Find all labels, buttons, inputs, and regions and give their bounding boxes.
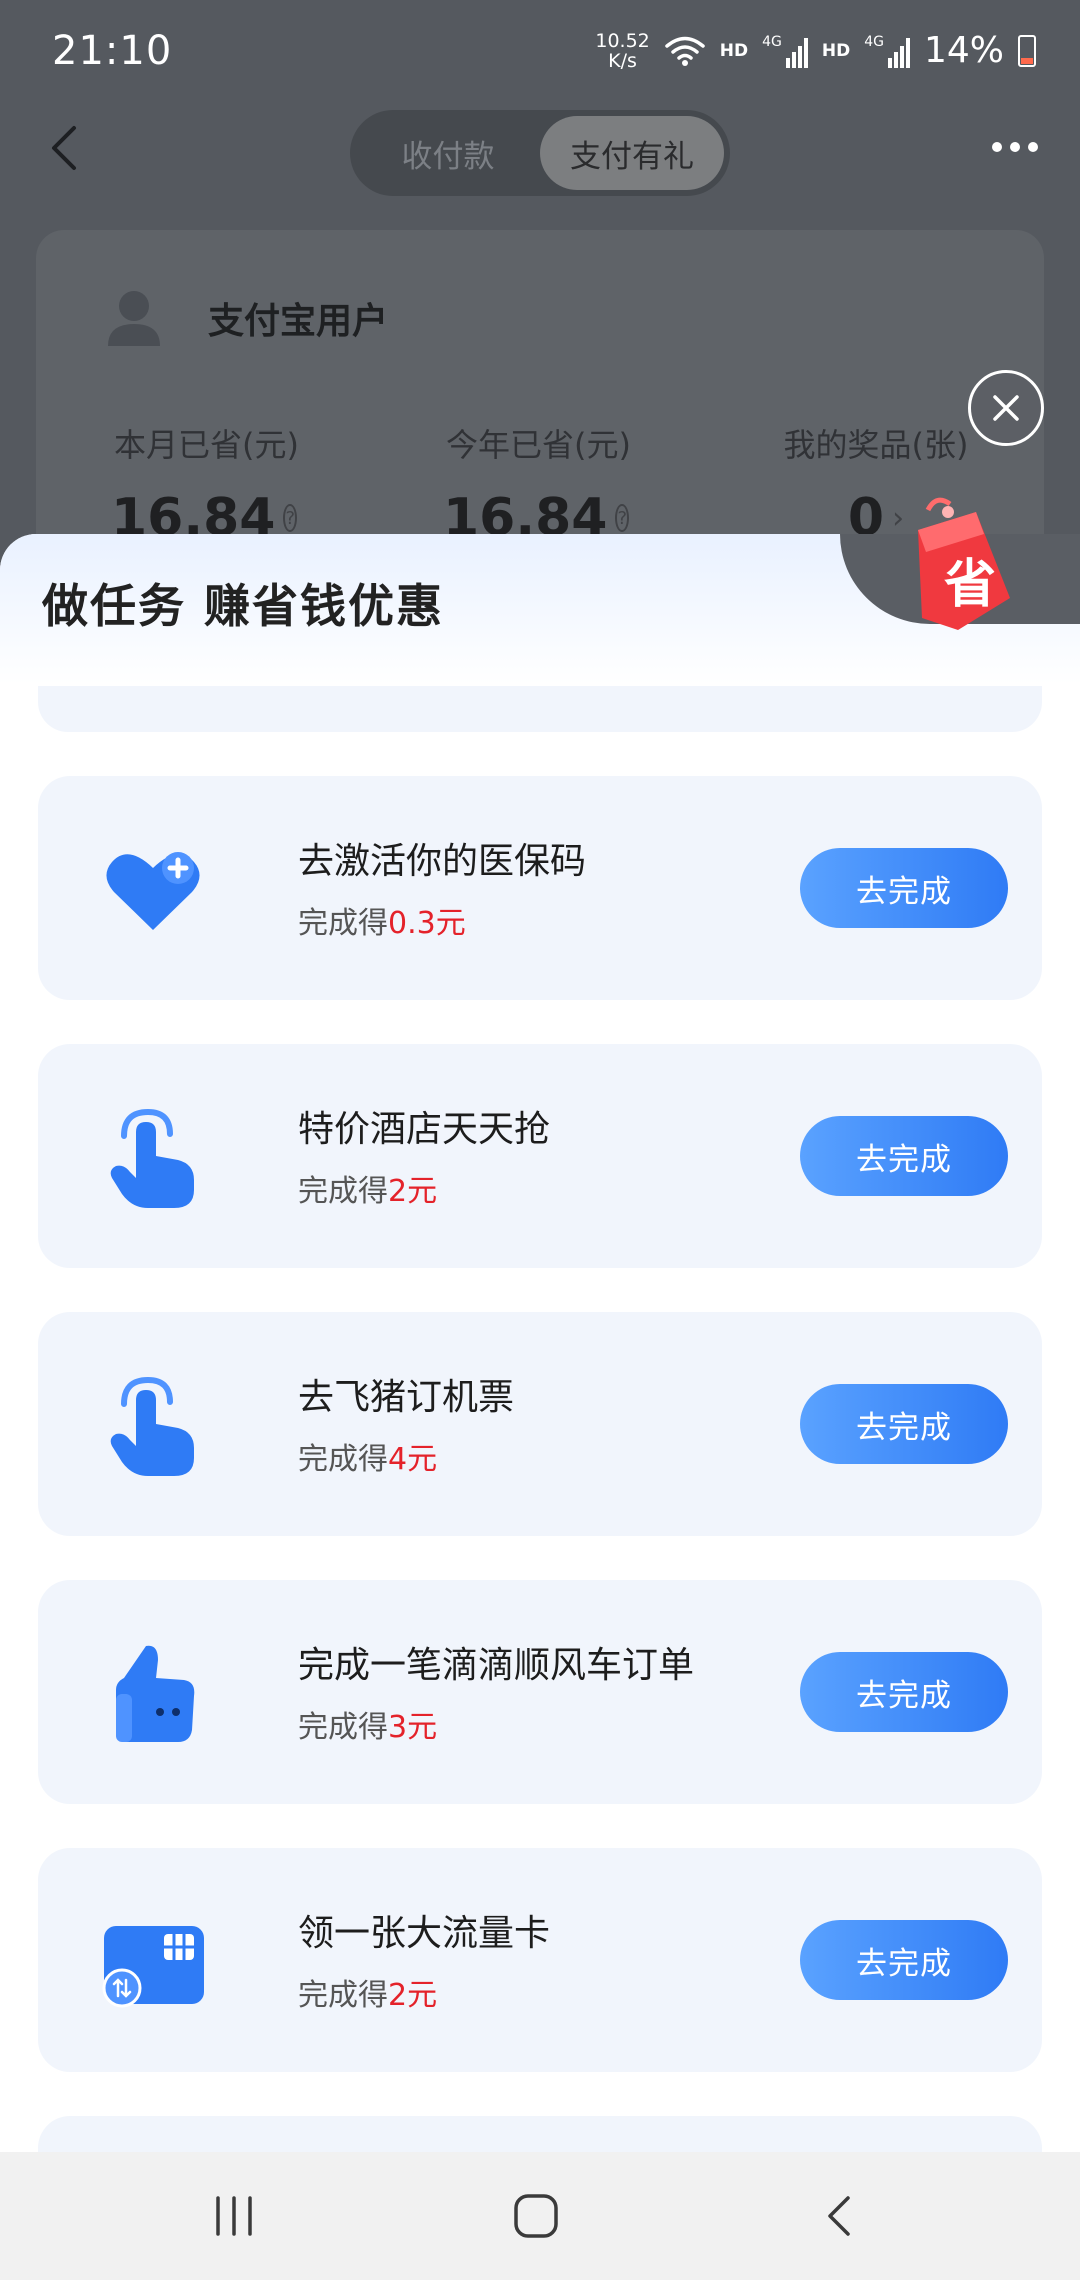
home-button[interactable] <box>456 2152 616 2280</box>
battery-percent: 14% <box>923 30 1004 71</box>
task-reward: 完成得0.3元 <box>298 898 466 942</box>
task-title: 特价酒店天天抢 <box>298 1109 551 1150</box>
task-card[interactable]: 领一张大流量卡 完成得2元 去完成 <box>38 1848 1042 2072</box>
complete-task-button[interactable]: 去完成 <box>800 1920 1008 2000</box>
task-title: 去激活你的医保码 <box>298 841 587 882</box>
reward-amount: 0.3元 <box>388 906 466 941</box>
more-options-icon[interactable] <box>992 142 1038 152</box>
status-bar: 21:10 10.52 K/s HD 4G HD 4G 14% <box>0 0 1080 108</box>
task-card-partial-top <box>38 686 1042 732</box>
sim-card-icon <box>102 1926 204 2008</box>
user-name: 支付宝用户 <box>208 301 389 342</box>
tap-hand-icon <box>110 1108 194 1208</box>
battery-icon <box>1018 34 1036 67</box>
back-arrow-icon[interactable] <box>44 120 84 176</box>
complete-task-button[interactable]: 去完成 <box>800 1652 1008 1732</box>
network-speed-value: 10.52 <box>595 29 650 52</box>
task-reward: 完成得2元 <box>298 1970 437 2014</box>
status-icons: 10.52 K/s HD 4G HD 4G 14% <box>595 30 1036 71</box>
network-type-1: 4G <box>762 33 782 50</box>
task-title: 完成一笔滴滴顺风车订单 <box>298 1645 695 1686</box>
home-icon <box>514 2194 558 2238</box>
stat-label: 我的奖品(张) <box>783 426 969 464</box>
task-card[interactable]: 去激活你的医保码 完成得0.3元 去完成 <box>38 776 1042 1000</box>
wifi-icon <box>665 36 705 66</box>
network-speed: 10.52 K/s <box>595 31 649 71</box>
network-speed-unit: K/s <box>608 49 637 72</box>
close-icon <box>993 395 1019 421</box>
stat-year-saved[interactable]: 今年已省(元) 16.84 ? <box>443 420 631 548</box>
savings-tag-icon: 省 <box>918 497 1010 630</box>
reward-amount: 2元 <box>388 1978 438 2013</box>
tab-payment-rewards[interactable]: 支付有礼 <box>540 116 724 190</box>
tap-hand-icon <box>110 1376 194 1476</box>
thumbs-up-icon <box>116 1645 195 1742</box>
task-card[interactable]: 去飞猪订机票 完成得4元 去完成 <box>38 1312 1042 1536</box>
close-sheet-button[interactable] <box>968 370 1044 446</box>
stat-label: 今年已省(元) <box>446 426 631 464</box>
task-reward: 完成得4元 <box>298 1434 437 1478</box>
recent-apps-icon <box>216 2196 252 2236</box>
task-title: 领一张大流量卡 <box>298 1913 551 1954</box>
reward-amount: 3元 <box>388 1710 438 1745</box>
system-back-button[interactable] <box>760 2152 920 2280</box>
recent-apps-button[interactable] <box>154 2152 314 2280</box>
help-icon[interactable]: ? <box>283 504 298 532</box>
complete-task-button[interactable]: 去完成 <box>800 848 1008 928</box>
heart-plus-icon <box>106 852 200 930</box>
task-reward: 完成得2元 <box>298 1166 437 1210</box>
header-tab-switch: 收付款 支付有礼 <box>350 110 730 196</box>
complete-task-button[interactable]: 去完成 <box>800 1116 1008 1196</box>
status-time: 21:10 <box>52 28 173 74</box>
sheet-title: 做任务 赚省钱优惠 <box>42 579 445 633</box>
complete-task-button[interactable]: 去完成 <box>800 1384 1008 1464</box>
signal-bars-icon <box>785 37 808 68</box>
reward-prefix: 完成得 <box>298 1442 388 1477</box>
network-type-2: 4G <box>864 33 884 50</box>
reward-amount: 2元 <box>388 1174 438 1209</box>
avatar <box>108 291 160 346</box>
reward-prefix: 完成得 <box>298 906 388 941</box>
task-card[interactable]: 完成一笔滴滴顺风车订单 完成得3元 去完成 <box>38 1580 1042 1804</box>
cell-signal-1: 4G <box>762 34 808 68</box>
hd-label-1: HD <box>719 40 749 61</box>
reward-prefix: 完成得 <box>298 1174 388 1209</box>
hd-label-2: HD <box>821 40 851 61</box>
reward-prefix: 完成得 <box>298 1978 388 2013</box>
system-nav-bar <box>0 2152 1080 2280</box>
savings-tag-text: 省 <box>944 555 996 615</box>
signal-bars-icon <box>887 37 910 68</box>
cell-signal-2: 4G <box>864 34 910 68</box>
reward-prefix: 完成得 <box>298 1710 388 1745</box>
task-title: 去飞猪订机票 <box>298 1377 515 1418</box>
stat-label: 本月已省(元) <box>114 426 299 464</box>
tab-payment[interactable]: 收付款 <box>356 116 540 190</box>
back-icon <box>828 2196 850 2236</box>
task-card[interactable]: 特价酒店天天抢 完成得2元 去完成 <box>38 1044 1042 1268</box>
task-reward: 完成得3元 <box>298 1702 437 1746</box>
help-icon[interactable]: ? <box>615 504 630 532</box>
reward-amount: 4元 <box>388 1442 438 1477</box>
stat-month-saved[interactable]: 本月已省(元) 16.84 ? <box>111 420 299 548</box>
